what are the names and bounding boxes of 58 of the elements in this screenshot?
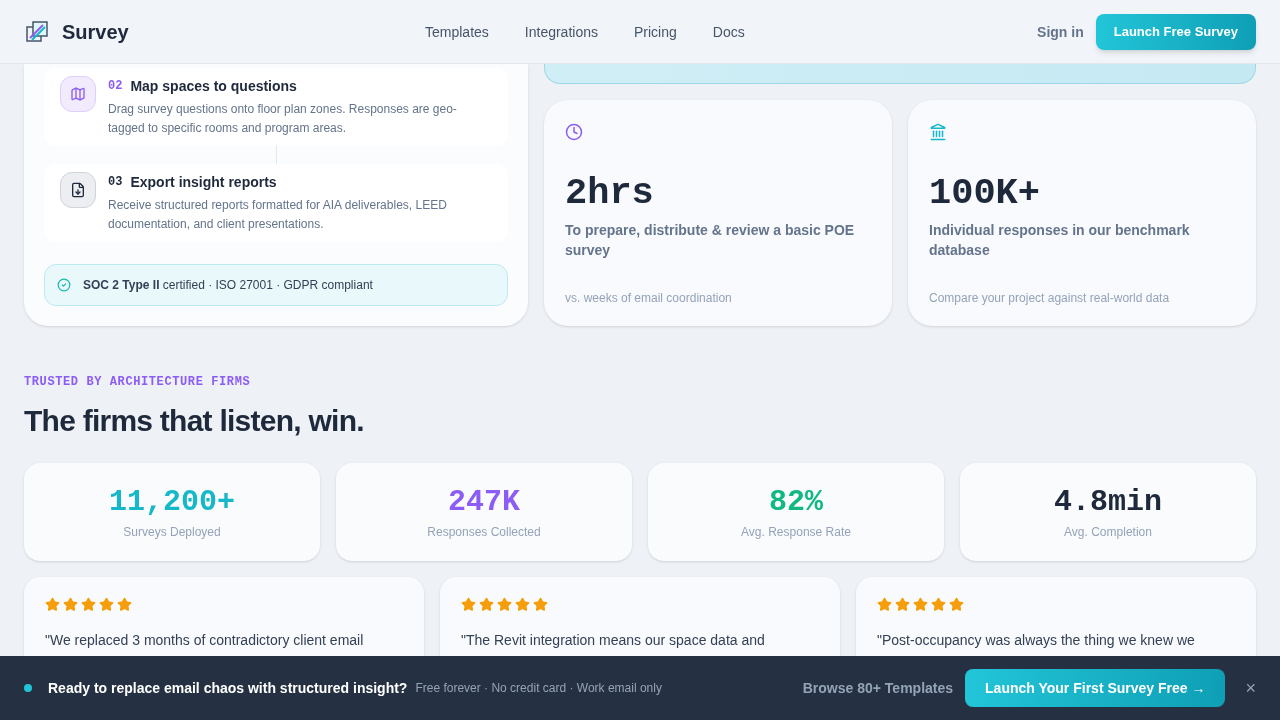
step-title: Map spaces to questions	[130, 77, 297, 96]
star-icon	[931, 597, 946, 612]
stat-value: 4.8min	[1054, 484, 1162, 520]
nav-link[interactable]: Docs	[712, 21, 745, 42]
nav-link[interactable]: Pricing	[634, 21, 677, 42]
stat-label: Avg. Response Rate	[741, 524, 851, 540]
section-heading: The firms that listen, win.	[24, 403, 365, 439]
star-icon	[99, 597, 114, 612]
step-title: Export insight reports	[130, 173, 277, 192]
highlight-value: 100K+	[929, 171, 1042, 216]
stat-value: 247K	[448, 484, 520, 520]
star-icon	[913, 597, 928, 612]
file-download-icon	[60, 172, 96, 208]
highlight-label: To prepare, distribute & review a basic POE survey	[565, 221, 856, 261]
section-eyebrow: TRUSTED BY ARCHITECTURE FIRMS	[24, 374, 252, 390]
nav-link[interactable]: Templates	[425, 21, 489, 42]
map-icon	[60, 76, 96, 112]
highlight-note: vs. weeks of email coordination	[565, 290, 733, 306]
nav-link[interactable]: Integrations	[524, 21, 598, 42]
banner-details: Free forever · No credit card · Work email only	[415, 680, 662, 696]
certification-text: SOC 2 Type II certified · ISO 27001 · GDPR compliant	[83, 277, 373, 293]
stat-value: 82%	[769, 484, 823, 520]
stat-label: Responses Collected	[427, 524, 541, 540]
bank-building-icon	[929, 123, 947, 141]
step-description: Receive structured reports formatted for AIA deliverables, LEED documentation, and client presentations.	[108, 197, 448, 233]
star-icon	[117, 597, 132, 612]
clock-icon	[565, 123, 583, 141]
step-number: 02	[108, 78, 123, 94]
star-icon	[533, 597, 548, 612]
step-description: Drag survey questions onto floor plan zones. Responses are geo-tagged to specific rooms and program areas.	[108, 101, 458, 137]
star-icon	[497, 597, 512, 612]
highlight-note: Compare your project against real-world data	[929, 290, 1171, 306]
stat-label: Avg. Completion	[1064, 524, 1152, 540]
logo-icon	[24, 18, 50, 45]
banner-message: Ready to replace email chaos with structured insight?	[48, 679, 408, 698]
close-button[interactable]: ×	[1245, 679, 1256, 697]
launch-first-survey-button[interactable]: Launch Your First Survey Free →	[965, 669, 1226, 707]
star-icon	[949, 597, 964, 612]
star-icon	[895, 597, 910, 612]
highlight-value: 2hrs	[565, 171, 655, 216]
star-icon	[515, 597, 530, 612]
star-icon	[877, 597, 892, 612]
brand-name: Survey	[62, 19, 129, 45]
step-number: 03	[108, 174, 123, 190]
star-icon	[479, 597, 494, 612]
testimonial-quote: "We replaced 3 months of contradictory client email	[45, 631, 365, 650]
star-icon	[45, 597, 60, 612]
star-icon	[461, 597, 476, 612]
browse-templates-link[interactable]: Browse 80+ Templates	[802, 678, 954, 698]
stat-value: 11,200+	[109, 484, 235, 520]
star-icon	[81, 597, 96, 612]
star-icon	[63, 597, 78, 612]
sign-in-link[interactable]: Sign in	[1037, 21, 1084, 42]
check-circle-icon	[57, 278, 71, 292]
testimonial-quote: "Post-occupancy was always the thing we knew we	[877, 631, 1196, 650]
stat-label: Surveys Deployed	[123, 524, 221, 540]
testimonial-quote: "The Revit integration means our space data and	[461, 631, 766, 650]
highlight-label: Individual responses in our benchmark database	[929, 221, 1191, 261]
